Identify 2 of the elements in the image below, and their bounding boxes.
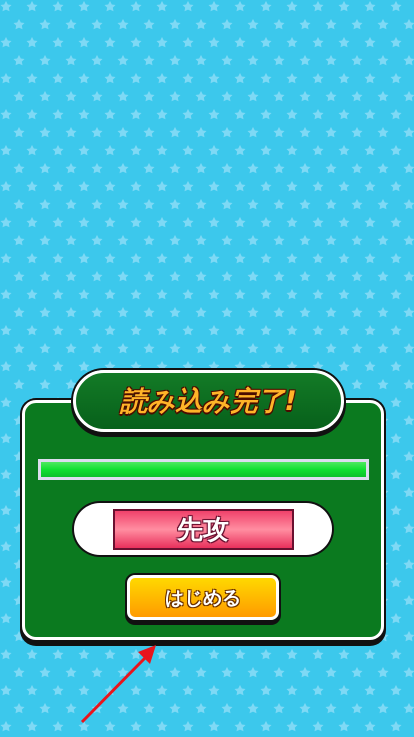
turn-label: 先攻	[112, 508, 294, 550]
dialog-title: 読み込み完了!	[120, 385, 297, 419]
